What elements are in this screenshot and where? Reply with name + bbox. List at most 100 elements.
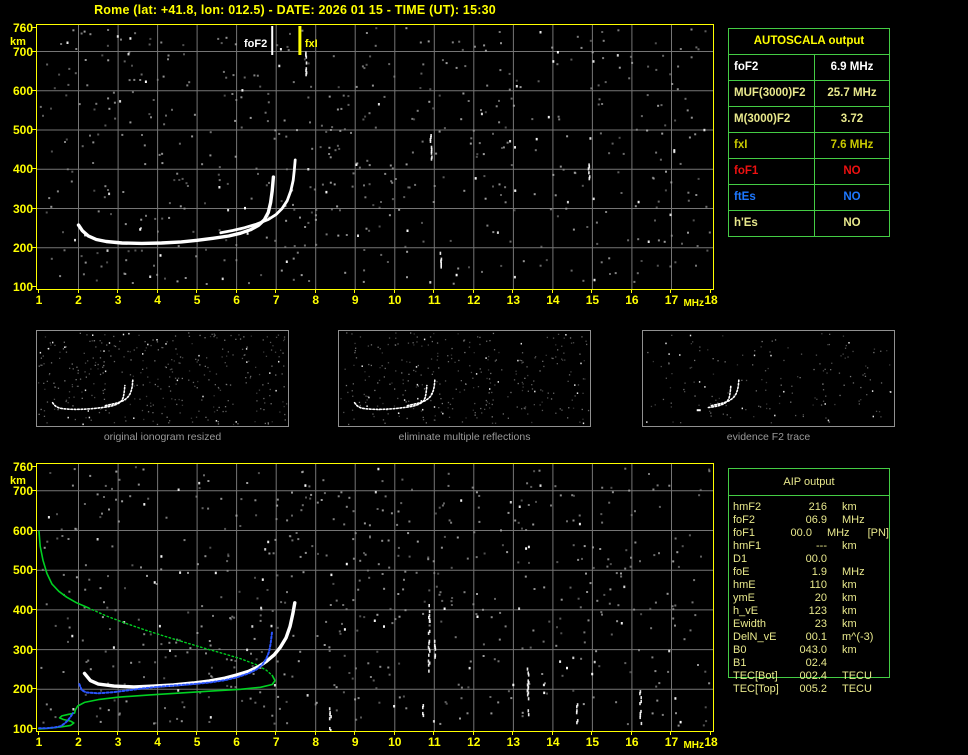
noise-dot (764, 370, 767, 372)
noise-dot (634, 541, 637, 544)
noise-dot (675, 712, 677, 715)
noise-dot (498, 99, 500, 102)
noise-dot (137, 618, 140, 621)
noise-dot (329, 156, 332, 159)
noise-dot (38, 382, 40, 384)
x-axis-tick-label: 17 (664, 735, 679, 749)
noise-dot (539, 404, 541, 406)
noise-dot (355, 85, 358, 88)
noise-dot (127, 52, 130, 56)
noise-dot (339, 209, 341, 212)
noise-dot (561, 409, 563, 411)
noise-dot (121, 133, 124, 136)
x-axis-tickmark (354, 732, 356, 735)
noise-dot (379, 665, 382, 668)
noise-dot (79, 332, 81, 334)
noise-dot (352, 172, 355, 175)
noise-dot (225, 36, 228, 39)
noise-dot (352, 395, 354, 397)
noise-dot (337, 86, 340, 89)
noise-dot (269, 372, 271, 374)
noise-dot (500, 42, 502, 45)
noise-dot (873, 348, 876, 350)
noise-dot (284, 245, 287, 248)
noise-dot (539, 484, 542, 487)
noise-dot (434, 512, 437, 515)
noise-dot (296, 251, 299, 254)
noise-dot (494, 597, 496, 600)
noise-dot (624, 662, 627, 665)
noise-dot (534, 357, 536, 359)
noise-dot (377, 382, 379, 384)
noise-dot (232, 354, 234, 356)
noise-dot (435, 152, 438, 155)
noise-dot (190, 417, 193, 419)
y-axis-tickmark (32, 648, 36, 650)
noise-dot (566, 666, 568, 670)
noise-dot (99, 516, 102, 519)
noise-dot (335, 599, 338, 602)
noise-dot (129, 403, 131, 406)
noise-dot (204, 555, 207, 558)
y-axis-tick-label: 400 (12, 162, 33, 177)
noise-dot (104, 388, 106, 391)
noise-dot (724, 361, 726, 363)
noise-dot (161, 152, 164, 155)
noise-dot (299, 555, 302, 558)
noise-dot (421, 345, 423, 347)
noise-dot (378, 206, 381, 209)
noise-dot (381, 539, 384, 542)
noise-dot (144, 349, 146, 352)
noise-dot (226, 684, 229, 687)
noise-dot (225, 658, 228, 661)
noise-dot (285, 700, 288, 703)
noise-dot (46, 63, 49, 66)
noise-dot (512, 683, 515, 687)
noise-dot (149, 633, 152, 636)
y-axis-tick-label: 760 (12, 21, 33, 35)
noise-dot (230, 334, 232, 337)
noise-dot (40, 408, 42, 411)
noise-dot (423, 388, 426, 390)
noise-dot (143, 503, 146, 506)
noise-dot (296, 129, 298, 132)
noise-dot (498, 638, 501, 641)
noise-dot (828, 421, 830, 423)
noise-dot (702, 724, 705, 727)
noise-dot (104, 124, 107, 127)
noise-dot (286, 591, 288, 594)
noise-dot (860, 386, 862, 389)
noise-dot (566, 520, 568, 523)
noise-dot (438, 593, 441, 596)
noise-dot (454, 361, 456, 363)
noise-dot (467, 100, 470, 102)
noise-dot (640, 260, 643, 262)
noise-dot (263, 705, 266, 708)
parameter-value: 3.72 (840, 113, 864, 125)
noise-dot (574, 395, 576, 397)
noise-dot (408, 555, 411, 558)
noise-dot (667, 670, 670, 673)
noise-dot (377, 346, 379, 348)
noise-dot (311, 545, 314, 548)
noise-dot (110, 213, 112, 216)
noise-dot (374, 490, 377, 494)
noise-dot (486, 84, 489, 87)
noise-dot (310, 493, 313, 496)
table-row: TEC[Top] 005.2 TECU (733, 683, 889, 696)
noise-dot (56, 190, 59, 193)
noise-dot (427, 556, 430, 559)
x-axis-tickmark (630, 290, 632, 293)
noise-dot (461, 421, 464, 423)
noise-dot (485, 399, 487, 402)
noise-dot (276, 44, 279, 47)
noise-dot (541, 673, 544, 675)
noise-dot (89, 33, 92, 36)
noise-dot (610, 486, 613, 489)
noise-dot (384, 172, 387, 175)
noise-dot (377, 103, 380, 106)
noise-dot (579, 421, 581, 423)
noise-dot (199, 334, 201, 337)
noise-dot (770, 422, 772, 424)
noise-dot (108, 508, 110, 511)
